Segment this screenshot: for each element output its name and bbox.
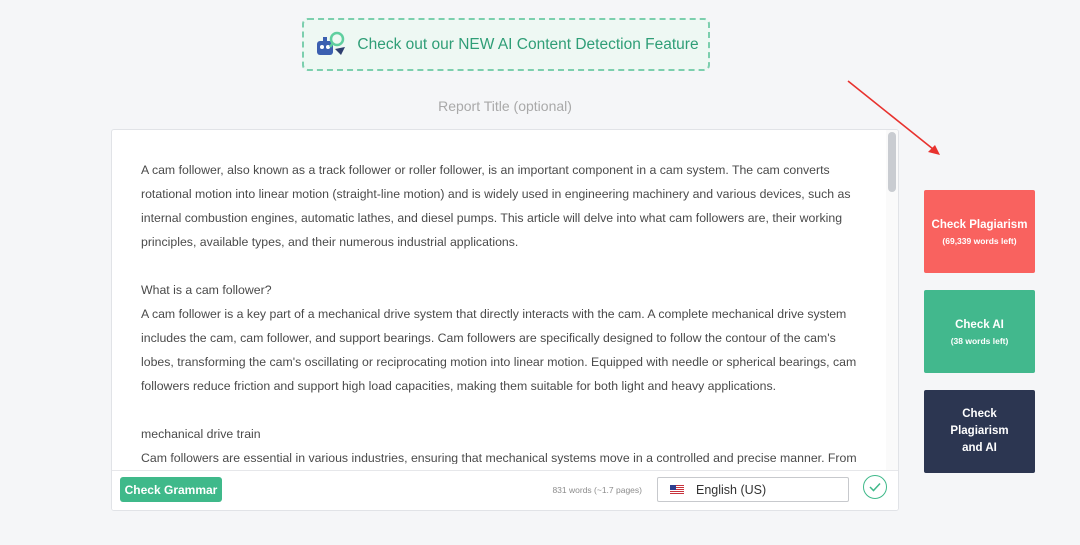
language-select[interactable]: English (US)	[657, 477, 849, 502]
check-ai-button[interactable]: Check AI (38 words left)	[924, 290, 1035, 373]
editor-textarea[interactable]: A cam follower, also known as a track fo…	[141, 158, 863, 464]
editor-footer: Check Grammar 831 words (~1.7 pages) Eng…	[112, 470, 898, 510]
editor-scrollbar[interactable]	[886, 130, 898, 472]
ai-words-left: (38 words left)	[950, 336, 1009, 346]
editor-paragraph: Cam followers are essential in various i…	[141, 451, 857, 464]
check-plagiarism-button[interactable]: Check Plagiarism (69,339 words left)	[924, 190, 1035, 273]
promo-text: Check out our NEW AI Content Detection F…	[357, 35, 699, 53]
ai-detection-promo-banner[interactable]: Check out our NEW AI Content Detection F…	[302, 18, 710, 71]
check-grammar-button[interactable]: Check Grammar	[120, 477, 222, 502]
editor-paragraph: A cam follower is a key part of a mechan…	[141, 307, 857, 393]
us-flag-icon	[670, 485, 684, 494]
editor-paragraph: A cam follower, also known as a track fo…	[141, 163, 851, 249]
robot-search-icon	[313, 29, 349, 61]
check-plagiarism-and-ai-label: Check Plagiarism and AI	[950, 408, 1009, 454]
scrollbar-thumb[interactable]	[888, 132, 896, 192]
editor-paragraph: mechanical drive train	[141, 427, 261, 441]
plagiarism-words-left: (69,339 words left)	[942, 236, 1017, 246]
editor-paragraph: What is a cam follower?	[141, 283, 272, 297]
check-circle-icon[interactable]	[863, 475, 887, 499]
check-ai-label: Check AI	[955, 319, 1004, 331]
word-count: 831 words (~1.7 pages)	[552, 485, 642, 495]
text-editor: A cam follower, also known as a track fo…	[111, 129, 899, 511]
check-plagiarism-label: Check Plagiarism	[931, 219, 1028, 231]
language-label: English (US)	[696, 482, 767, 497]
report-title-input[interactable]	[112, 94, 898, 118]
check-plagiarism-and-ai-button[interactable]: Check Plagiarism and AI	[924, 390, 1035, 473]
